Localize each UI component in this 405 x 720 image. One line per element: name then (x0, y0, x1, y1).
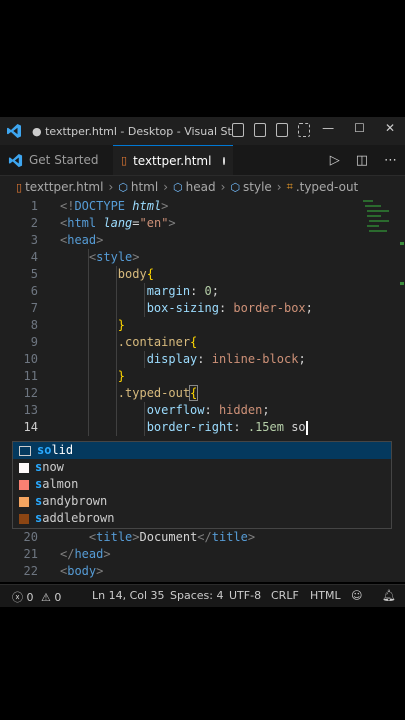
suggestion-match-text: s (35, 511, 43, 525)
editor-scrollbar[interactable] (399, 198, 405, 582)
line-number: 9 (30, 335, 38, 349)
title-bar: ● texttper.html - Desktop - Visual Studi… (0, 117, 405, 145)
chevron-right-icon: › (276, 180, 282, 194)
line-number: 4 (30, 250, 38, 264)
breadcrumb: ▯ texttper.html › ⬡ html › ⬡ head › ⬡ st… (0, 176, 405, 198)
customize-layout-icon[interactable] (298, 123, 310, 137)
suggestion-item[interactable]: sandybrown (13, 493, 391, 510)
line-number: 12 (23, 386, 38, 400)
color-swatch-icon (19, 462, 29, 473)
suggestion-match-text: s (35, 477, 43, 491)
suggestion-match-text: s (35, 460, 43, 474)
vscode-logo-icon (7, 124, 21, 138)
line-number: 22 (23, 564, 38, 578)
cursor-position[interactable]: Ln 14, Col 35 (92, 589, 165, 602)
toggle-primary-sidebar-icon[interactable] (232, 123, 244, 137)
suggestion-item[interactable]: solid (13, 442, 391, 459)
suggestion-label: sandybrown (35, 494, 108, 508)
toggle-panel-icon[interactable] (254, 123, 266, 137)
layout-controls (232, 123, 310, 137)
suggestion-item[interactable]: saddlebrown (13, 510, 391, 527)
problems-indicator[interactable]: ⓧ 0 ⚠ 0 (12, 589, 61, 605)
unsaved-dot-icon[interactable] (223, 156, 225, 165)
close-icon[interactable]: ✕ (385, 121, 395, 135)
warning-icon: ⚠ (41, 591, 51, 604)
line-number: 1 (30, 199, 38, 213)
line-number: 8 (30, 318, 38, 332)
window-controls: — ☐ ✕ (322, 121, 395, 135)
line-number: 6 (30, 284, 38, 298)
line-number: 13 (23, 403, 38, 417)
warning-count: 0 (54, 591, 62, 604)
suggestion-label: saddlebrown (35, 511, 115, 525)
accounts-icon[interactable]: ☺ (351, 589, 362, 602)
notifications-bell-icon[interactable]: 🔔︎ (382, 589, 396, 602)
element-icon: ⬡ (173, 180, 183, 194)
suggestion-match-text: so (37, 443, 52, 457)
color-swatch-icon (19, 496, 29, 507)
minimap[interactable] (361, 198, 393, 258)
split-editor-icon[interactable]: ◫ (356, 153, 368, 168)
minimize-icon[interactable]: — (322, 121, 334, 135)
suggestion-widget: solid snow salmon sandybrown saddlebrown (12, 441, 392, 529)
suggestion-label: solid (37, 443, 74, 457)
html-file-icon: ▯ (16, 180, 23, 194)
run-icon[interactable]: ▷ (330, 153, 340, 168)
editor-tab-bar: Get Started ▯ texttper.html ▷ ◫ ⋯ (0, 145, 405, 176)
line-number: 21 (23, 547, 38, 561)
error-icon: ⓧ (12, 591, 23, 604)
language-mode[interactable]: HTML (310, 589, 341, 602)
element-icon: ⬡ (230, 180, 241, 194)
keyword-icon (19, 445, 31, 456)
element-icon: ⬡ (118, 180, 128, 194)
window-title: ● texttper.html - Desktop - Visual Studi… (32, 124, 232, 138)
breadcrumb-html[interactable]: html (131, 180, 158, 194)
indentation[interactable]: Spaces: 4 (170, 589, 223, 602)
end-of-line[interactable]: CRLF (271, 589, 299, 602)
color-swatch-icon (19, 479, 29, 490)
suggestion-label: snow (35, 460, 64, 474)
line-number: 7 (30, 301, 38, 315)
line-number: 10 (23, 352, 38, 366)
toggle-secondary-sidebar-icon[interactable] (276, 123, 288, 137)
chevron-right-icon: › (220, 180, 226, 194)
suggestion-item[interactable]: salmon (13, 476, 391, 493)
breadcrumb-typed-out[interactable]: .typed-out (296, 180, 358, 194)
suggestion-item[interactable]: snow (13, 459, 391, 476)
color-swatch-icon (19, 513, 29, 524)
breadcrumb-file[interactable]: texttper.html (25, 180, 103, 194)
tab-texttper-html[interactable]: ▯ texttper.html (113, 145, 233, 175)
error-count: 0 (26, 591, 34, 604)
line-number: 2 (30, 216, 38, 230)
html-file-icon: ▯ (121, 154, 128, 167)
maximize-icon[interactable]: ☐ (354, 121, 365, 135)
breadcrumb-style[interactable]: style (243, 180, 272, 194)
suggestion-label: salmon (35, 477, 79, 491)
tab-actions: ▷ ◫ ⋯ (330, 153, 397, 168)
tab-label: texttper.html (133, 153, 212, 168)
selector-icon: ⌗ (286, 180, 293, 193)
chevron-right-icon: › (163, 180, 169, 194)
suggestion-match-text: s (35, 494, 43, 508)
more-actions-icon[interactable]: ⋯ (384, 153, 397, 168)
line-number: 5 (30, 267, 38, 281)
line-number: 11 (23, 369, 38, 383)
vscode-logo-icon (8, 153, 23, 167)
breadcrumb-head[interactable]: head (186, 180, 216, 194)
tab-label: Get Started (29, 153, 99, 167)
status-bar: ⓧ 0 ⚠ 0 Ln 14, Col 35 Spaces: 4 UTF-8 CR… (0, 584, 405, 607)
tab-get-started[interactable]: Get Started (0, 145, 113, 175)
line-number: 14 (23, 420, 38, 434)
chevron-right-icon: › (108, 180, 114, 194)
encoding[interactable]: UTF-8 (229, 589, 261, 602)
text-cursor (305, 420, 308, 435)
line-number: 20 (23, 530, 38, 544)
line-number: 3 (30, 233, 38, 247)
